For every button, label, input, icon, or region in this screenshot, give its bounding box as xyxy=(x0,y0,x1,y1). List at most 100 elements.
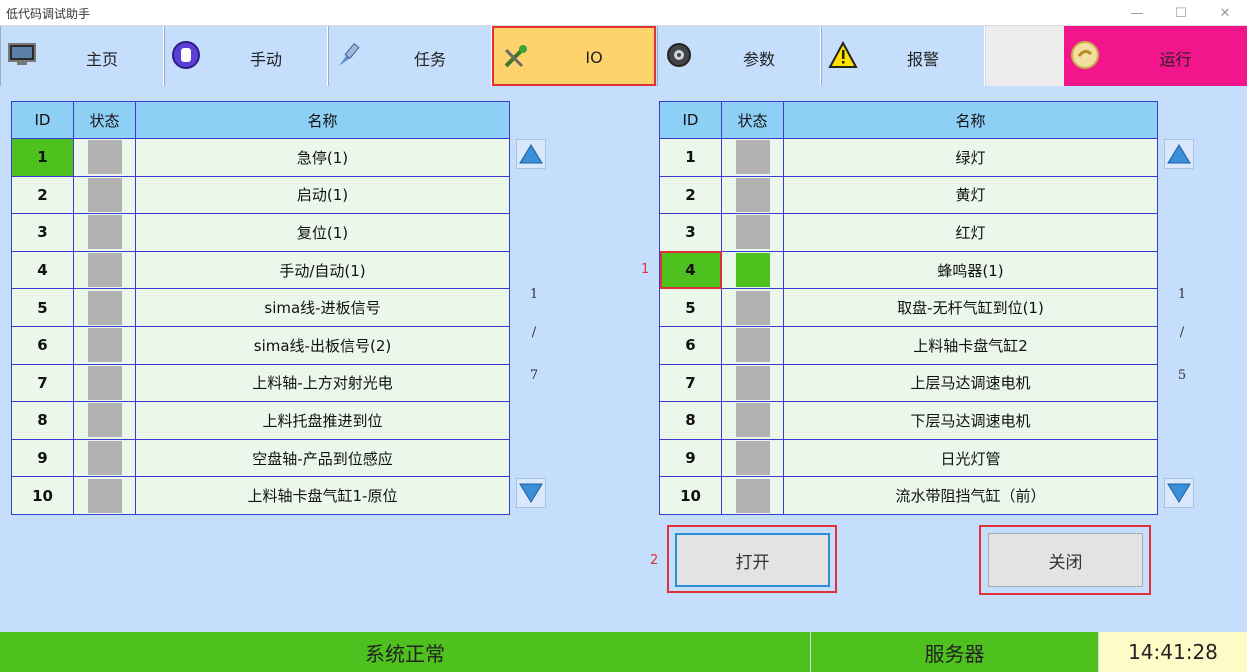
input-row-id: 6 xyxy=(11,325,74,365)
input-page-separator: / xyxy=(531,325,537,340)
open-button[interactable]: 打开 xyxy=(675,533,830,587)
output-page-separator: / xyxy=(1179,325,1185,340)
minimize-button[interactable]: — xyxy=(1115,0,1159,26)
output-row[interactable]: 8 下层马达调速电机 xyxy=(659,401,1158,440)
input-row-status xyxy=(73,288,136,327)
output-row-name: 红灯 xyxy=(783,213,1158,252)
output-row-status xyxy=(721,401,784,440)
output-row-id: 6 xyxy=(659,325,722,365)
input-row[interactable]: 2 启动(1) xyxy=(11,175,510,215)
run-icon xyxy=(1070,40,1100,70)
status-indicator xyxy=(87,365,122,400)
header-id: ID xyxy=(659,101,722,139)
input-table: ID 状态 名称 1 急停(1) 2 启动(1) 3 复位(1) 4 手动/自动(1) 5 sim… xyxy=(11,101,510,515)
output-row[interactable]: 1 绿灯 xyxy=(659,138,1158,177)
input-row-status xyxy=(73,138,136,177)
output-row[interactable]: 5 取盘-无杆气缸到位(1) xyxy=(659,288,1158,327)
monitor-icon xyxy=(7,40,37,70)
run-button[interactable]: 运行 xyxy=(1064,26,1247,86)
status-indicator xyxy=(87,478,122,513)
input-row-name: 急停(1) xyxy=(135,138,510,177)
maximize-button[interactable]: ☐ xyxy=(1159,0,1203,26)
input-row[interactable]: 4 手动/自动(1) xyxy=(11,250,510,290)
title-bar: 低代码调试助手 — ☐ ✕ xyxy=(0,0,1247,26)
output-page-down-button[interactable] xyxy=(1164,478,1194,508)
output-row[interactable]: 9 日光灯管 xyxy=(659,438,1158,478)
output-row-name: 黄灯 xyxy=(783,175,1158,215)
status-indicator xyxy=(87,403,122,438)
input-page-current: 1 xyxy=(529,287,539,302)
input-row[interactable]: 7 上料轴-上方对射光电 xyxy=(11,363,510,403)
input-row-status xyxy=(73,401,136,440)
input-row-id: 2 xyxy=(11,175,74,215)
output-row[interactable]: 2 黄灯 xyxy=(659,175,1158,215)
status-indicator xyxy=(87,253,122,288)
input-row[interactable]: 8 上料托盘推进到位 xyxy=(11,401,510,440)
input-row-id: 10 xyxy=(11,476,74,515)
input-row-name: sima线-进板信号 xyxy=(135,288,510,327)
output-row-id: 1 xyxy=(659,138,722,177)
status-indicator xyxy=(735,441,770,476)
input-row-id: 4 xyxy=(11,250,74,290)
tab-home[interactable]: 主页 xyxy=(0,26,164,86)
output-table-header: ID 状态 名称 xyxy=(659,101,1158,139)
tab-alarm[interactable]: 报警 xyxy=(821,26,985,86)
output-row[interactable]: 10 流水带阻挡气缸（前） xyxy=(659,476,1158,515)
input-row[interactable]: 5 sima线-进板信号 xyxy=(11,288,510,327)
output-row-id: 8 xyxy=(659,401,722,440)
tab-params[interactable]: 参数 xyxy=(657,26,821,86)
main-toolbar: 主页 手动 任务 IO 参数 报警 运行 xyxy=(0,26,1247,86)
tab-params-label: 参数 xyxy=(742,50,775,69)
input-row-status xyxy=(73,363,136,403)
output-row-id: 2 xyxy=(659,175,722,215)
wrench-icon xyxy=(500,42,530,72)
input-page-down-button[interactable] xyxy=(516,478,546,508)
status-indicator xyxy=(735,253,770,288)
header-status: 状态 xyxy=(73,101,136,139)
output-page-up-button[interactable] xyxy=(1164,139,1194,169)
output-row[interactable]: 6 上料轴卡盘气缸2 xyxy=(659,325,1158,365)
input-row[interactable]: 6 sima线-出板信号(2) xyxy=(11,325,510,365)
output-row-name: 日光灯管 xyxy=(783,438,1158,478)
brush-icon xyxy=(335,40,365,70)
output-row-status xyxy=(721,438,784,478)
output-row[interactable]: 7 上层马达调速电机 xyxy=(659,363,1158,403)
tab-task[interactable]: 任务 xyxy=(328,26,492,86)
input-row[interactable]: 9 空盘轴-产品到位感应 xyxy=(11,438,510,478)
close-button[interactable]: 关闭 xyxy=(988,533,1143,587)
output-row-name: 取盘-无杆气缸到位(1) xyxy=(783,288,1158,327)
header-status: 状态 xyxy=(721,101,784,139)
tab-manual[interactable]: 手动 xyxy=(164,26,328,86)
output-row-name: 上层马达调速电机 xyxy=(783,363,1158,403)
output-row-status xyxy=(721,175,784,215)
tab-io-label: IO xyxy=(585,48,603,67)
input-row-name: 上料托盘推进到位 xyxy=(135,401,510,440)
status-indicator xyxy=(87,215,122,250)
header-name: 名称 xyxy=(783,101,1158,139)
tab-task-label: 任务 xyxy=(413,50,446,69)
tab-io[interactable]: IO xyxy=(492,26,656,86)
output-row-name: 绿灯 xyxy=(783,138,1158,177)
output-table: ID 状态 名称 1 绿灯 2 黄灯 3 红灯 4 蜂鸣器(1) 5 取盘-无杆气缸到位(1) 6 上… xyxy=(659,101,1158,515)
input-row[interactable]: 3 复位(1) xyxy=(11,213,510,252)
annotation-marker-2: 2 xyxy=(650,553,659,568)
output-row-id: 5 xyxy=(659,288,722,327)
output-row[interactable]: 4 蜂鸣器(1) xyxy=(659,250,1158,290)
status-indicator xyxy=(87,441,122,476)
output-row-status xyxy=(721,250,784,290)
input-row-status xyxy=(73,213,136,252)
input-row[interactable]: 1 急停(1) xyxy=(11,138,510,177)
input-row-name: 启动(1) xyxy=(135,175,510,215)
close-window-button[interactable]: ✕ xyxy=(1203,0,1247,26)
output-row-id: 3 xyxy=(659,213,722,252)
input-page-up-button[interactable] xyxy=(516,139,546,169)
output-row-status xyxy=(721,138,784,177)
output-page-total: 5 xyxy=(1177,368,1187,383)
status-indicator xyxy=(735,365,770,400)
status-indicator xyxy=(87,140,122,175)
input-row[interactable]: 10 上料轴卡盘气缸1-原位 xyxy=(11,476,510,515)
status-indicator xyxy=(735,140,770,175)
output-row[interactable]: 3 红灯 xyxy=(659,213,1158,252)
output-row-id: 7 xyxy=(659,363,722,403)
status-indicator xyxy=(735,290,770,325)
